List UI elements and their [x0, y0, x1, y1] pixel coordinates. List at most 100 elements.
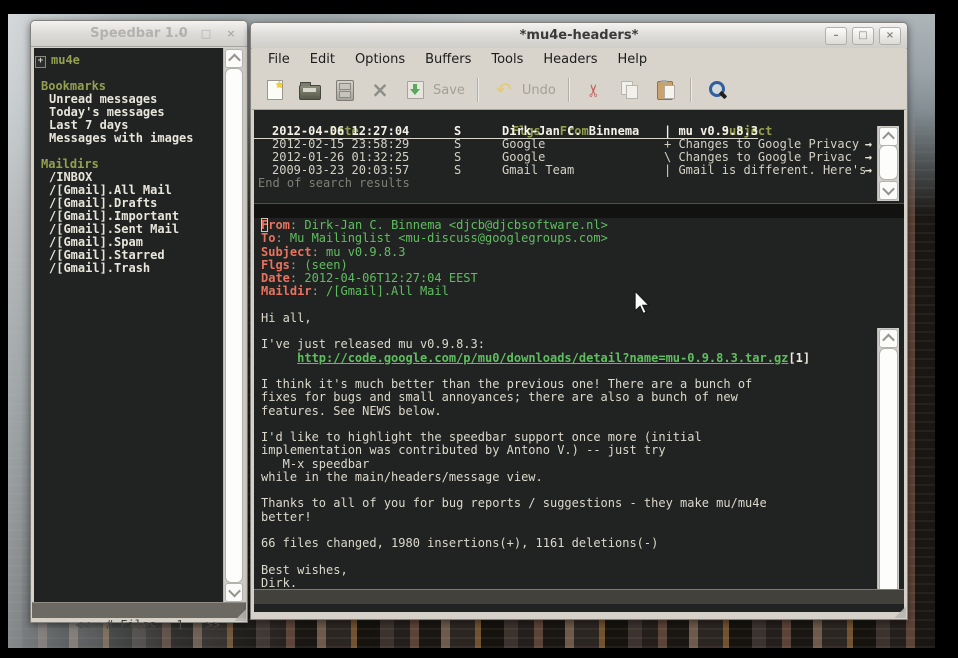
menu-tools[interactable]: Tools	[481, 50, 533, 69]
row-pad	[254, 151, 272, 164]
save-button[interactable]	[402, 77, 428, 103]
speedbar-frame: +mu4e BookmarksUnread messagesToday's me…	[31, 46, 247, 622]
message-header-line: Subject: mu v0.9.8.3	[261, 246, 904, 259]
message-header-line: Flgs: (seen)	[261, 259, 904, 272]
message-header-line: To: Mu Mailinglist <mu-discuss@googlegro…	[261, 232, 904, 245]
field-value: /[Gmail].All Mail	[319, 284, 449, 298]
footnote-ref: [1]	[788, 351, 810, 365]
menu-bar: FileEditOptionsBuffersToolsHeadersHelp	[252, 48, 906, 71]
field-value: Dirk-Jan C. Binnema <djcb@djcbsoftware.n…	[297, 218, 608, 232]
speedbar-item[interactable]: Messages with images	[34, 132, 223, 145]
speedbar-root-line[interactable]: +mu4e	[34, 54, 223, 67]
field-label: Subject	[261, 245, 312, 259]
headers-scrollbar[interactable]	[877, 126, 899, 201]
row-subject: | Gmail is different. Here's	[664, 164, 866, 177]
close-buffer-button[interactable]: ×	[367, 77, 393, 103]
paste-clipboard-icon	[657, 81, 673, 100]
message-body-line: Dirk.	[261, 577, 904, 589]
menu-edit[interactable]: Edit	[300, 50, 345, 69]
speedbar-next-button[interactable]: >>	[206, 618, 220, 633]
close-icon[interactable]: ×	[221, 25, 241, 41]
message-header-line: Date: 2012-04-06T12:27:04 EEST	[261, 272, 904, 285]
undo-button[interactable]: ↶	[491, 77, 517, 103]
speedbar-titlebar[interactable]: Speedbar 1.0 – □ ×	[31, 21, 247, 47]
message-body-line: I've just released mu v0.9.8.3:	[261, 338, 904, 351]
maximize-icon[interactable]: □	[196, 25, 216, 41]
close-icon[interactable]: ×	[879, 27, 901, 45]
open-file-button[interactable]	[297, 77, 323, 103]
headers-modeline[interactable]: U:%*-*mu4e-headers*All L1(mu4e-headers B…	[254, 203, 904, 218]
undo-button-label[interactable]: Undo	[522, 83, 556, 98]
message-body-line	[261, 325, 904, 338]
dired-button[interactable]	[332, 77, 358, 103]
truncation-arrow-icon: →	[865, 164, 872, 177]
minimize-icon[interactable]: –	[825, 27, 847, 45]
field-colon: :	[312, 284, 319, 298]
menu-buffers[interactable]: Buffers	[415, 50, 481, 69]
resize-grip[interactable]	[233, 608, 246, 621]
search-icon	[708, 81, 726, 99]
speedbar-item[interactable]: /[Gmail].Trash	[34, 262, 223, 275]
speedbar-modeline[interactable]: <<# Files1>>	[32, 602, 246, 618]
speedbar-content: +mu4e BookmarksUnread messagesToday's me…	[34, 48, 223, 603]
scroll-up-icon[interactable]	[879, 127, 898, 146]
scrollbar-thumb[interactable]	[879, 348, 898, 589]
message-body-line	[261, 299, 904, 312]
scrollbar-thumb[interactable]	[879, 145, 898, 180]
speedbar-depth: 1	[176, 618, 183, 633]
minimize-icon[interactable]: –	[171, 25, 191, 41]
speedbar-files-button[interactable]: # Files	[106, 618, 157, 633]
row-date: 2009-03-23 20:03:57	[272, 164, 454, 177]
echo-area	[254, 604, 904, 612]
scroll-down-icon[interactable]	[879, 181, 898, 200]
menu-options[interactable]: Options	[345, 50, 415, 69]
menu-file[interactable]: File	[258, 50, 300, 69]
menu-help[interactable]: Help	[608, 50, 658, 69]
new-file-icon: ★	[267, 80, 283, 100]
message-body-line: Hi all,	[261, 312, 904, 325]
end-of-results-text: End of search results	[254, 177, 904, 190]
search-button[interactable]	[704, 77, 730, 103]
message-body-line	[261, 550, 904, 563]
scrollbar-thumb[interactable]	[225, 68, 243, 583]
view-scrollbar[interactable]	[877, 328, 899, 589]
table-row[interactable]: 2009-03-23 20:03:57SGmail Team| Gmail is…	[254, 164, 904, 177]
mu4e-window-title: *mu4e-headers*	[520, 28, 639, 43]
scroll-down-icon[interactable]	[225, 583, 243, 602]
cut-button[interactable]: ✂	[582, 77, 608, 103]
menu-headers[interactable]: Headers	[533, 50, 607, 69]
new-file-button[interactable]: ★	[262, 77, 288, 103]
view-modeline[interactable]: U:%*-*mu4e-view*Top L1(mu4e:view)	[254, 589, 904, 604]
row-from: Gmail Team	[502, 164, 664, 177]
resize-grip[interactable]	[893, 605, 906, 618]
row-flags: S	[454, 138, 502, 151]
mu4e-titlebar[interactable]: *mu4e-headers* – □ ×	[251, 23, 907, 49]
mu4e-window: *mu4e-headers* – □ × FileEditOptionsBuff…	[250, 22, 908, 620]
speedbar-prev-button[interactable]: <<	[75, 618, 89, 633]
toolbar-separator	[477, 78, 479, 102]
toolbar-separator	[568, 78, 570, 102]
message-link[interactable]: http://code.google.com/p/mu0/downloads/d…	[297, 351, 788, 365]
copy-button[interactable]	[617, 77, 643, 103]
text-cursor: F	[261, 218, 268, 232]
scroll-up-icon[interactable]	[879, 329, 898, 348]
field-label: From	[261, 218, 290, 232]
field-label: Date	[261, 271, 290, 285]
maximize-icon[interactable]: □	[852, 27, 874, 45]
message-body-line	[261, 484, 904, 497]
scroll-up-icon[interactable]	[225, 49, 243, 68]
speedbar-scrollbar[interactable]	[223, 48, 244, 603]
message-body-line	[261, 365, 904, 378]
save-button-label[interactable]: Save	[433, 83, 465, 98]
paste-button[interactable]	[652, 77, 678, 103]
row-pad	[254, 138, 272, 151]
row-flags: S	[454, 125, 502, 138]
star-icon: ★	[275, 80, 284, 91]
message-body-line: Best wishes,	[261, 564, 904, 577]
message-view-pane: From: Dirk-Jan C. Binnema <djcb@djcbsoft…	[254, 218, 904, 589]
speedbar-window: Speedbar 1.0 – □ × +mu4e BookmarksUnread…	[30, 20, 248, 623]
speedbar-root-label[interactable]: mu4e	[51, 53, 80, 67]
message-body-line: fixes for bugs and small annoyances; the…	[261, 391, 904, 404]
message-header-line: Maildir: /[Gmail].All Mail	[261, 285, 904, 298]
row-pad	[254, 164, 272, 177]
